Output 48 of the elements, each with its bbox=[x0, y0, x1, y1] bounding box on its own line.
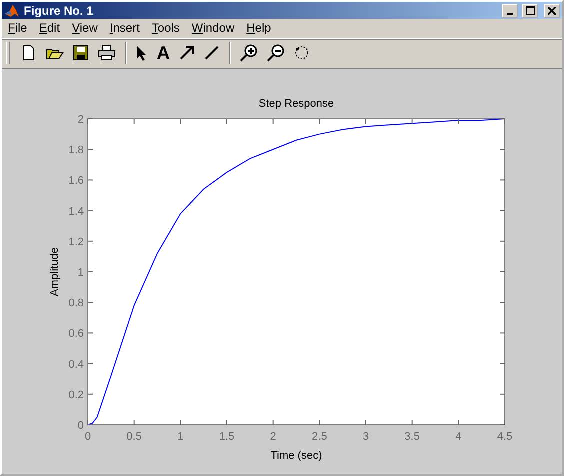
y-tick-label: 0.6 bbox=[68, 328, 84, 340]
close-icon bbox=[548, 6, 556, 15]
zoom-out-icon[interactable] bbox=[267, 44, 285, 62]
y-tick-label: 2 bbox=[78, 114, 84, 126]
y-tick-label: 1 bbox=[78, 267, 84, 280]
close-button[interactable] bbox=[544, 4, 560, 18]
menu-item[interactable]: Help bbox=[240, 21, 278, 36]
zoom-in-icon[interactable] bbox=[240, 44, 258, 62]
chart-title: Step Response bbox=[258, 98, 334, 110]
menu-item[interactable]: File bbox=[2, 21, 34, 36]
x-tick-label: 1 bbox=[178, 431, 184, 444]
new-file-icon[interactable] bbox=[21, 45, 37, 62]
y-tick-label: 0 bbox=[78, 420, 84, 432]
x-tick-label: 1.5 bbox=[219, 431, 235, 444]
maximize-button[interactable] bbox=[522, 4, 538, 18]
x-axis-label: Time (sec) bbox=[270, 450, 322, 462]
x-tick-label: 3 bbox=[362, 431, 370, 444]
y-tick-label: 1.8 bbox=[68, 144, 84, 157]
y-tick-label: 0.2 bbox=[68, 389, 84, 402]
minimize-button[interactable] bbox=[502, 4, 518, 18]
menu-item[interactable]: Window bbox=[186, 21, 241, 36]
x-tick-label: 4 bbox=[456, 431, 462, 444]
maximize-icon bbox=[526, 6, 534, 16]
minimize-icon bbox=[507, 12, 513, 15]
menu-item[interactable]: Insert bbox=[104, 21, 146, 36]
x-tick-label: 0.5 bbox=[126, 431, 142, 444]
arrow-icon[interactable] bbox=[179, 45, 195, 62]
x-tick-label: 4.5 bbox=[497, 431, 513, 444]
window-title: Figure No. 1 bbox=[24, 4, 94, 18]
menu-item[interactable]: Tools bbox=[146, 21, 186, 36]
y-axis-label: Amplitude bbox=[49, 248, 61, 296]
x-tick-label: 3.5 bbox=[404, 431, 420, 444]
text-tool-icon[interactable]: A bbox=[157, 44, 170, 62]
y-tick-label: 0.4 bbox=[68, 358, 84, 371]
rotate-icon[interactable] bbox=[294, 45, 310, 62]
y-tick-label: 0.8 bbox=[68, 298, 84, 310]
print-icon[interactable] bbox=[98, 45, 116, 62]
x-tick-label: 0 bbox=[84, 431, 92, 444]
line-icon[interactable] bbox=[204, 45, 220, 62]
x-tick-label: 2 bbox=[270, 431, 276, 444]
y-tick-label: 1.4 bbox=[68, 206, 84, 218]
menu-item[interactable]: Edit bbox=[33, 21, 66, 36]
menu-item[interactable]: View bbox=[66, 21, 104, 36]
app-logo-icon bbox=[4, 2, 20, 19]
y-tick-label: 1.6 bbox=[68, 175, 84, 188]
x-tick-label: 2.5 bbox=[312, 431, 328, 444]
pointer-icon[interactable] bbox=[136, 44, 148, 62]
y-tick-label: 1.2 bbox=[68, 236, 84, 248]
